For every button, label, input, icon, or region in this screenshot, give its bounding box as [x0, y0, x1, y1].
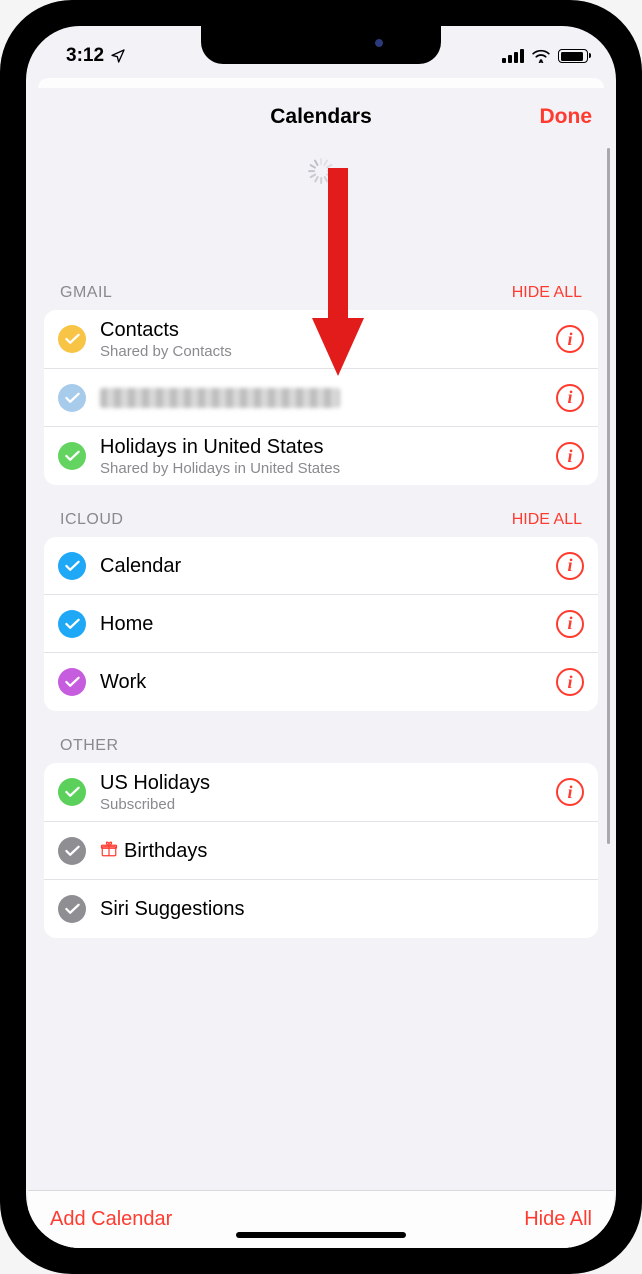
section-header: OTHER: [44, 737, 598, 763]
sheet-title: Calendars: [270, 105, 372, 129]
calendar-checkbox[interactable]: [58, 384, 86, 412]
calendar-text: US HolidaysSubscribed: [100, 771, 542, 813]
section-label: OTHER: [60, 737, 119, 755]
info-icon[interactable]: i: [556, 610, 584, 638]
sheet-header: Calendars Done: [28, 88, 614, 146]
red-arrow-annotation: [308, 162, 368, 380]
calendar-title: Birthdays: [100, 839, 584, 863]
wifi-icon: [531, 49, 551, 63]
status-time: 3:12: [66, 45, 104, 67]
gift-icon: [100, 840, 118, 861]
calendar-checkbox[interactable]: [58, 442, 86, 470]
hide-all-button[interactable]: Hide All: [524, 1208, 592, 1231]
add-calendar-button[interactable]: Add Calendar: [50, 1208, 172, 1231]
info-icon[interactable]: i: [556, 442, 584, 470]
info-icon[interactable]: i: [556, 384, 584, 412]
calendar-text: Siri Suggestions: [100, 897, 584, 921]
calendar-row[interactable]: Siri Suggestions: [44, 880, 598, 938]
calendar-checkbox[interactable]: [58, 837, 86, 865]
scroll-indicator: [607, 148, 610, 844]
sheet-backdrop: [38, 78, 604, 88]
calendar-subtitle: Subscribed: [100, 796, 542, 813]
calendar-text: Birthdays: [100, 839, 584, 863]
section-hide-all-button[interactable]: HIDE ALL: [512, 284, 582, 302]
calendar-text: Work: [100, 670, 542, 694]
calendar-checkbox[interactable]: [58, 325, 86, 353]
calendar-checkbox[interactable]: [58, 610, 86, 638]
section-label: GMAIL: [60, 284, 112, 302]
calendar-row[interactable]: Calendar i: [44, 537, 598, 595]
redacted-title: [100, 388, 340, 408]
calendar-checkbox[interactable]: [58, 778, 86, 806]
battery-fill: [561, 52, 584, 61]
bottom-toolbar: Add Calendar Hide All: [28, 1190, 614, 1248]
section-hide-all-button[interactable]: HIDE ALL: [512, 511, 582, 529]
info-icon[interactable]: i: [556, 778, 584, 806]
cellular-signal-icon: [502, 49, 524, 63]
calendar-title: Holidays in United States: [100, 435, 542, 459]
location-arrow-icon: [110, 48, 126, 64]
home-indicator[interactable]: [236, 1232, 406, 1238]
calendar-row[interactable]: Birthdays: [44, 822, 598, 880]
calendar-checkbox[interactable]: [58, 895, 86, 923]
calendar-title: Siri Suggestions: [100, 897, 584, 921]
calendar-text: [100, 388, 542, 408]
calendar-title: Home: [100, 612, 542, 636]
calendar-title: Calendar: [100, 554, 542, 578]
calendar-text: Calendar: [100, 554, 542, 578]
calendars-sheet: Calendars Done GMAILHIDE ALLCo: [28, 88, 614, 1248]
calendar-text: Home: [100, 612, 542, 636]
calendar-title: US Holidays: [100, 771, 542, 795]
calendar-checkbox[interactable]: [58, 552, 86, 580]
section-header: ICLOUD HIDE ALL: [44, 511, 598, 537]
done-button[interactable]: Done: [540, 105, 593, 129]
scroll-area[interactable]: GMAILHIDE ALLContactsShared by Contactsi…: [28, 146, 614, 1190]
notch: [201, 26, 441, 64]
list-group: CalendariHomeiWorki: [44, 537, 598, 711]
calendar-title: Work: [100, 670, 542, 694]
info-icon[interactable]: i: [556, 552, 584, 580]
calendar-subtitle: Shared by Holidays in United States: [100, 460, 542, 477]
calendar-checkbox[interactable]: [58, 668, 86, 696]
list-group: US HolidaysSubscribed i Birthdays Siri Sugg…: [44, 763, 598, 938]
calendar-text: Holidays in United StatesShared by Holid…: [100, 435, 542, 477]
calendar-row[interactable]: Holidays in United StatesShared by Holid…: [44, 427, 598, 485]
info-icon[interactable]: i: [556, 325, 584, 353]
battery-icon: [558, 49, 588, 63]
device-frame: 3:12: [0, 0, 642, 1274]
calendar-row[interactable]: Worki: [44, 653, 598, 711]
info-icon[interactable]: i: [556, 668, 584, 696]
calendar-row[interactable]: US HolidaysSubscribed i: [44, 763, 598, 822]
section-label: ICLOUD: [60, 511, 123, 529]
calendar-row[interactable]: Homei: [44, 595, 598, 653]
